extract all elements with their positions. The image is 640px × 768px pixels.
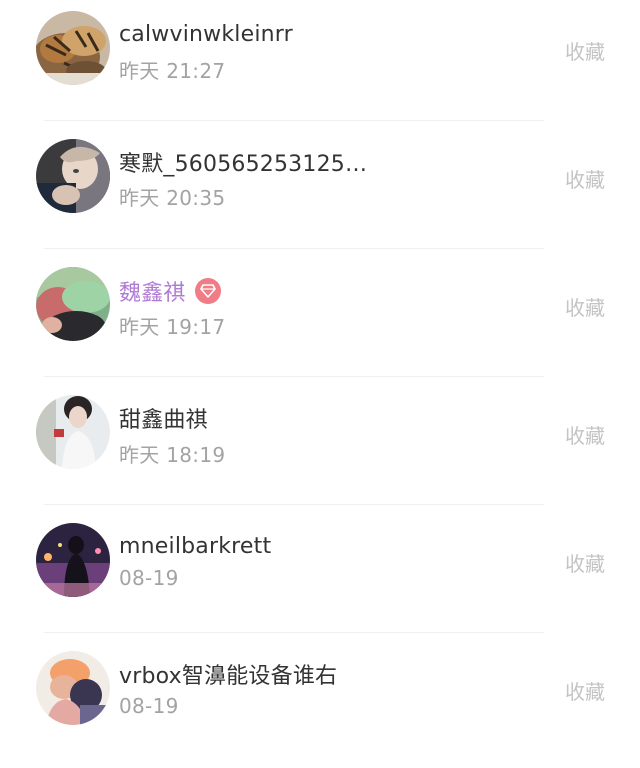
avatar[interactable] [36,139,110,213]
list-item[interactable]: vrbox智濞能设备谁右 08-19 收藏 [0,640,640,768]
girl-portrait-avatar [36,395,110,469]
favorite-button[interactable]: 收藏 [565,676,605,705]
favorite-button[interactable]: 收藏 [565,164,605,193]
timestamp: 昨天 21:27 [119,59,226,83]
favorite-button[interactable]: 收藏 [565,292,605,321]
user-name: 寒默_560565253125… [119,152,368,177]
night-silhouette-avatar [36,523,110,597]
divider [44,120,544,121]
avatar[interactable] [36,395,110,469]
person-portrait-avatar [36,139,110,213]
list-item[interactable]: mneilbarkrett 08-19 收藏 [0,512,640,640]
user-name: mneilbarkrett [119,533,272,559]
user-name: calwvinwkleinrr [119,21,293,47]
favorite-button[interactable]: 收藏 [565,36,605,65]
favorite-button[interactable]: 收藏 [565,420,605,449]
tiger-photo-avatar [36,11,110,85]
timestamp: 08-19 [119,694,179,718]
user-name: 甜鑫曲祺 [119,408,208,433]
people-hug-avatar [36,267,110,341]
avatar[interactable] [36,651,110,725]
list-item[interactable]: calwvinwkleinrr 昨天 21:27 收藏 [0,0,640,128]
list-item[interactable]: 魏鑫祺 昨天 19:17 收藏 [0,256,640,384]
timestamp: 昨天 20:35 [119,186,226,210]
divider [44,248,544,249]
timestamp: 昨天 19:17 [119,315,226,339]
couple-avatar [36,651,110,725]
list-item[interactable]: 寒默_560565253125… 昨天 20:35 收藏 [0,128,640,256]
user-name: 魏鑫祺 [119,281,186,306]
timestamp: 昨天 18:19 [119,443,226,467]
avatar[interactable] [36,11,110,85]
list-item[interactable]: 甜鑫曲祺 昨天 18:19 收藏 [0,384,640,512]
favorite-list: calwvinwkleinrr 昨天 21:27 收藏 寒默_560565253… [0,0,640,760]
avatar[interactable] [36,523,110,597]
divider [44,632,544,633]
vip-badge [194,278,221,304]
timestamp: 08-19 [119,566,179,590]
divider [44,504,544,505]
diamond-icon [199,284,216,298]
divider [44,376,544,377]
user-name: vrbox智濞能设备谁右 [119,664,338,689]
favorite-button[interactable]: 收藏 [565,548,605,577]
avatar[interactable] [36,267,110,341]
